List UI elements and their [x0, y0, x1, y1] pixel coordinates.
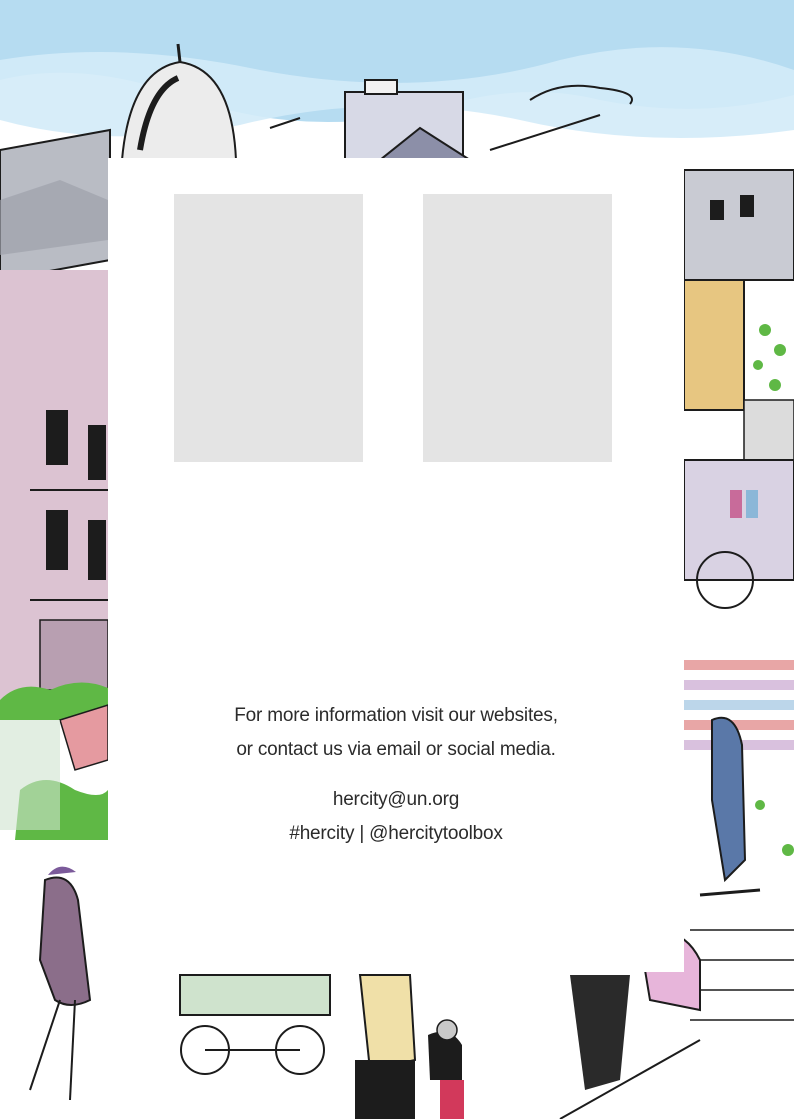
walking-parent — [358, 974, 417, 1072]
info-text: For more information visit our websites,… — [108, 699, 684, 767]
content-card: For more information visit our websites,… — [108, 158, 684, 972]
logo-placeholder-right — [423, 194, 612, 462]
info-line-1: For more information visit our websites, — [234, 705, 558, 726]
info-line-2: or contact us via email or social media. — [236, 739, 556, 760]
logo-placeholder-left — [174, 194, 363, 462]
left-walking-figure — [38, 876, 92, 1006]
right-building-ochre — [683, 279, 745, 411]
cargo-bike-box — [179, 974, 331, 1016]
right-building-gray — [683, 169, 794, 281]
contact-block: hercity@un.org #hercity | @hercitytoolbo… — [108, 783, 684, 851]
skateboarder — [711, 716, 747, 883]
lower-right-walker — [570, 975, 630, 1090]
contact-social-handles: #hercity | @hercitytoolbox — [289, 823, 503, 844]
contact-email[interactable]: hercity@un.org — [108, 783, 684, 817]
lower-right-steps — [690, 929, 794, 1021]
